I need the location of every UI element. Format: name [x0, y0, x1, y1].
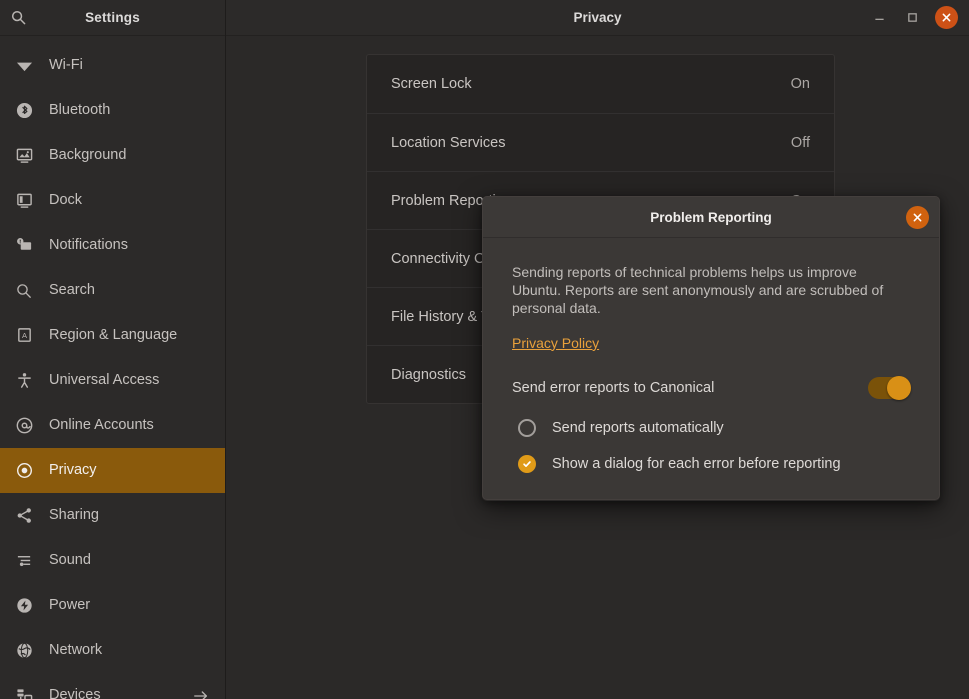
- radio-icon[interactable]: [518, 419, 536, 437]
- sidebar-item-label: Universal Access: [49, 373, 159, 388]
- send-error-reports-label: Send error reports to Canonical: [512, 380, 714, 396]
- privacy-policy-link[interactable]: Privacy Policy: [512, 335, 599, 351]
- sidebar-item-background[interactable]: Background: [0, 133, 225, 178]
- minimize-button[interactable]: [869, 8, 889, 28]
- sidebar-item-sharing[interactable]: Sharing: [0, 493, 225, 538]
- settings-row-label: Screen Lock: [391, 76, 472, 92]
- sidebar-item-label: Privacy: [49, 463, 97, 478]
- settings-row[interactable]: Location Services Off: [367, 113, 834, 171]
- window-controls: [869, 6, 969, 29]
- universal-access-icon: [13, 370, 35, 392]
- maximize-button[interactable]: [902, 8, 922, 28]
- page-title: Privacy: [226, 10, 969, 25]
- sidebar-item-notifications[interactable]: Notifications: [0, 223, 225, 268]
- sharing-icon: [13, 505, 35, 527]
- close-window-button[interactable]: [935, 6, 958, 29]
- window-titlebar: Privacy: [226, 0, 969, 36]
- option-label: Show a dialog for each error before repo…: [552, 456, 841, 472]
- sidebar-item-devices[interactable]: Devices: [0, 673, 225, 699]
- region-language-icon: A: [13, 325, 35, 347]
- online-accounts-icon: [13, 415, 35, 437]
- settings-row-label: Location Services: [391, 135, 505, 151]
- send-error-reports-row: Send error reports to Canonical: [512, 377, 910, 399]
- settings-window: Settings Wi-Fi Bluetooth Background Dock Not…: [0, 0, 969, 699]
- close-icon[interactable]: [906, 206, 929, 229]
- sidebar-item-dock[interactable]: Dock: [0, 178, 225, 223]
- sidebar-item-privacy[interactable]: Privacy: [0, 448, 225, 493]
- sound-icon: [13, 550, 35, 572]
- sidebar-item-label: Network: [49, 643, 102, 658]
- option-show-dialog[interactable]: Show a dialog for each error before repo…: [512, 455, 910, 473]
- sidebar-item-label: Search: [49, 283, 95, 298]
- sidebar-item-label: Dock: [49, 193, 82, 208]
- sidebar-item-label: Sound: [49, 553, 91, 568]
- radio-checked-icon[interactable]: [518, 455, 536, 473]
- sidebar-item-label: Power: [49, 598, 90, 613]
- search-icon[interactable]: [0, 0, 36, 36]
- sidebar-item-universal-access[interactable]: Universal Access: [0, 358, 225, 403]
- settings-row[interactable]: Screen Lock On: [367, 55, 834, 113]
- sidebar-item-label: Wi-Fi: [49, 58, 83, 73]
- dialog-body: Sending reports of technical problems he…: [483, 238, 939, 499]
- problem-reporting-dialog: Problem Reporting Sending reports of tec…: [482, 196, 940, 500]
- sidebar-nav-list: Wi-Fi Bluetooth Background Dock Notification…: [0, 36, 225, 699]
- sidebar-item-label: Online Accounts: [49, 418, 154, 433]
- dialog-header: Problem Reporting: [483, 197, 939, 238]
- network-icon: [13, 640, 35, 662]
- dialog-title: Problem Reporting: [483, 210, 939, 225]
- sidebar-header: Settings: [0, 0, 225, 36]
- sidebar-item-label: Devices: [49, 688, 101, 699]
- sidebar: Settings Wi-Fi Bluetooth Background Dock Not…: [0, 0, 226, 699]
- search-icon: [13, 280, 35, 302]
- sidebar-item-search[interactable]: Search: [0, 268, 225, 313]
- settings-row-value: On: [791, 76, 810, 92]
- wifi-icon: [13, 55, 35, 77]
- settings-row-value: Off: [791, 135, 810, 151]
- sidebar-item-label: Background: [49, 148, 126, 163]
- privacy-icon: [13, 460, 35, 482]
- option-send-automatically[interactable]: Send reports automatically: [512, 419, 910, 437]
- toggle-knob: [887, 376, 911, 400]
- notifications-icon: [13, 235, 35, 257]
- settings-row-label: Diagnostics: [391, 367, 466, 383]
- svg-text:A: A: [21, 331, 27, 340]
- dialog-description: Sending reports of technical problems he…: [512, 264, 892, 318]
- dock-icon: [13, 190, 35, 212]
- send-error-reports-toggle[interactable]: [868, 377, 910, 399]
- bluetooth-icon: [13, 100, 35, 122]
- main-area: Privacy Screen Lock On Location Services Of…: [226, 0, 969, 699]
- background-icon: [13, 145, 35, 167]
- option-label: Send reports automatically: [552, 420, 724, 436]
- sidebar-item-power[interactable]: Power: [0, 583, 225, 628]
- sidebar-item-label: Notifications: [49, 238, 128, 253]
- sidebar-item-sound[interactable]: Sound: [0, 538, 225, 583]
- power-icon: [13, 595, 35, 617]
- sidebar-item-wi-fi[interactable]: Wi-Fi: [0, 43, 225, 88]
- sidebar-item-online-accounts[interactable]: Online Accounts: [0, 403, 225, 448]
- sidebar-item-region-language[interactable]: A Region & Language: [0, 313, 225, 358]
- devices-icon: [13, 685, 35, 699]
- arrow-right-icon: [193, 688, 209, 699]
- sidebar-item-label: Bluetooth: [49, 103, 110, 118]
- sidebar-item-label: Sharing: [49, 508, 99, 523]
- sidebar-item-network[interactable]: Network: [0, 628, 225, 673]
- sidebar-item-bluetooth[interactable]: Bluetooth: [0, 88, 225, 133]
- sidebar-item-label: Region & Language: [49, 328, 177, 343]
